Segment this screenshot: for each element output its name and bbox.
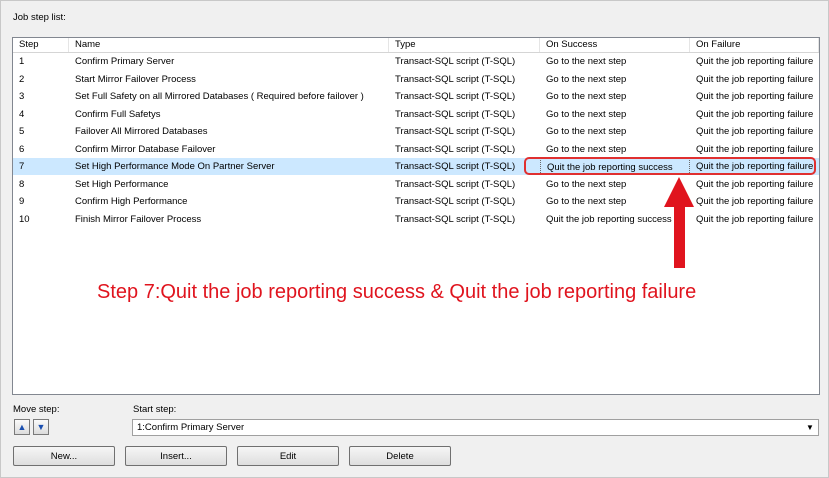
job-steps-panel: Job step list: Step Name Type On Success… — [0, 0, 829, 478]
step-cell: 3 — [19, 91, 25, 102]
on-failure-cell: Quit the job reporting failure — [696, 73, 814, 85]
name-cell: Set High Performance Mode On Partner Ser… — [75, 161, 275, 172]
type-cell: Transact-SQL script (T-SQL) — [395, 161, 516, 172]
move-step-label: Move step: — [13, 404, 60, 415]
step-cell: 10 — [19, 213, 30, 225]
chevron-down-icon[interactable]: ▼ — [802, 420, 818, 435]
start-step-value: 1:Confirm Primary Server — [137, 422, 245, 433]
on-failure-cell: Quit the job reporting failure — [696, 143, 814, 155]
arrow-up-icon: ▲ — [17, 421, 27, 432]
table-row[interactable]: 1 Confirm Primary Server Transact-SQL scri… — [13, 53, 819, 70]
on-success-cell: Quit the job reporting success — [546, 213, 672, 225]
start-step-select[interactable]: 1:Confirm Primary Server ▼ — [132, 419, 819, 436]
on-failure-cell: Quit the job reporting failure — [696, 91, 814, 102]
name-cell: Finish Mirror Failover Process — [75, 213, 202, 225]
step-cell: 2 — [19, 73, 25, 85]
column-header-step[interactable]: Step — [13, 38, 69, 52]
step-cell: 5 — [19, 126, 25, 137]
highlight-outline — [524, 157, 816, 175]
on-failure-cell: Quit the job reporting failure — [696, 196, 814, 207]
type-cell: Transact-SQL script (T-SQL) — [395, 56, 516, 67]
type-cell: Transact-SQL script (T-SQL) — [395, 126, 516, 137]
on-success-cell: Go to the next step — [546, 56, 627, 67]
table-row[interactable]: 4 Confirm Full Safetys Transact-SQL script… — [13, 106, 819, 123]
on-success-cell: Go to the next step — [546, 91, 627, 102]
table-row[interactable]: 3 Set Full Safety on all Mirrored Databas… — [13, 88, 819, 105]
type-cell: Transact-SQL script (T-SQL) — [395, 91, 516, 102]
table-row[interactable]: 6 Confirm Mirror Database Failover Transac… — [13, 141, 819, 158]
job-step-list-label: Job step list: — [13, 12, 66, 23]
step-cell: 6 — [19, 143, 25, 155]
on-success-cell: Go to the next step — [546, 108, 627, 120]
type-cell: Transact-SQL script (T-SQL) — [395, 73, 516, 85]
name-cell: Confirm High Performance — [75, 196, 188, 207]
table-row[interactable]: 10 Finish Mirror Failover Process Transact… — [13, 211, 819, 228]
table-row[interactable]: 9 Confirm High Performance Transact-SQL sc… — [13, 193, 819, 210]
on-success-cell: Go to the next step — [546, 143, 627, 155]
type-cell: Transact-SQL script (T-SQL) — [395, 143, 516, 155]
on-success-cell: Go to the next step — [546, 126, 627, 137]
list-header: Step Name Type On Success On Failure — [13, 38, 819, 53]
table-row[interactable]: 2 Start Mirror Failover Process Transact-S… — [13, 71, 819, 88]
name-cell: Confirm Primary Server — [75, 56, 175, 67]
job-step-list[interactable]: Step Name Type On Success On Failure 1 Co… — [12, 37, 820, 395]
start-step-label: Start step: — [133, 404, 177, 415]
annotation-text: Step 7:Quit the job reporting success & … — [97, 281, 697, 303]
table-row[interactable]: 8 Set High Performance Transact-SQL script… — [13, 176, 819, 193]
on-success-cell: Go to the next step — [546, 73, 627, 85]
move-step-up-button[interactable]: ▲ — [14, 419, 30, 435]
on-failure-cell: Quit the job reporting failure — [696, 108, 814, 120]
table-row[interactable]: 5 Failover All Mirrored Databases Transact… — [13, 123, 819, 140]
step-cell: 9 — [19, 196, 25, 207]
arrow-head-icon — [664, 177, 694, 207]
name-cell: Failover All Mirrored Databases — [75, 126, 208, 137]
column-header-name[interactable]: Name — [69, 38, 389, 52]
step-cell: 1 — [19, 56, 25, 67]
edit-button[interactable]: Edit — [237, 446, 339, 466]
type-cell: Transact-SQL script (T-SQL) — [395, 178, 516, 190]
type-cell: Transact-SQL script (T-SQL) — [395, 213, 516, 225]
type-cell: Transact-SQL script (T-SQL) — [395, 196, 516, 207]
name-cell: Set High Performance — [75, 178, 169, 190]
on-failure-cell: Quit the job reporting failure — [696, 178, 814, 190]
new-button[interactable]: New... — [13, 446, 115, 466]
step-cell: 8 — [19, 178, 25, 190]
column-header-on-failure[interactable]: On Failure — [690, 38, 819, 52]
arrow-shaft — [674, 206, 685, 268]
type-cell: Transact-SQL script (T-SQL) — [395, 108, 516, 120]
on-failure-cell: Quit the job reporting failure — [696, 56, 814, 67]
move-step-down-button[interactable]: ▼ — [33, 419, 49, 435]
arrow-down-icon: ▼ — [36, 421, 46, 432]
step-cell: 4 — [19, 108, 25, 120]
on-failure-cell: Quit the job reporting failure — [696, 126, 814, 137]
name-cell: Confirm Mirror Database Failover — [75, 143, 216, 155]
step-cell: 7 — [19, 161, 25, 172]
delete-button[interactable]: Delete — [349, 446, 451, 466]
name-cell: Start Mirror Failover Process — [75, 73, 196, 85]
name-cell: Confirm Full Safetys — [75, 108, 161, 120]
column-header-on-success[interactable]: On Success — [540, 38, 690, 52]
insert-button[interactable]: Insert... — [125, 446, 227, 466]
on-failure-cell: Quit the job reporting failure — [696, 213, 814, 225]
column-header-type[interactable]: Type — [389, 38, 540, 52]
name-cell: Set Full Safety on all Mirrored Database… — [75, 91, 364, 102]
